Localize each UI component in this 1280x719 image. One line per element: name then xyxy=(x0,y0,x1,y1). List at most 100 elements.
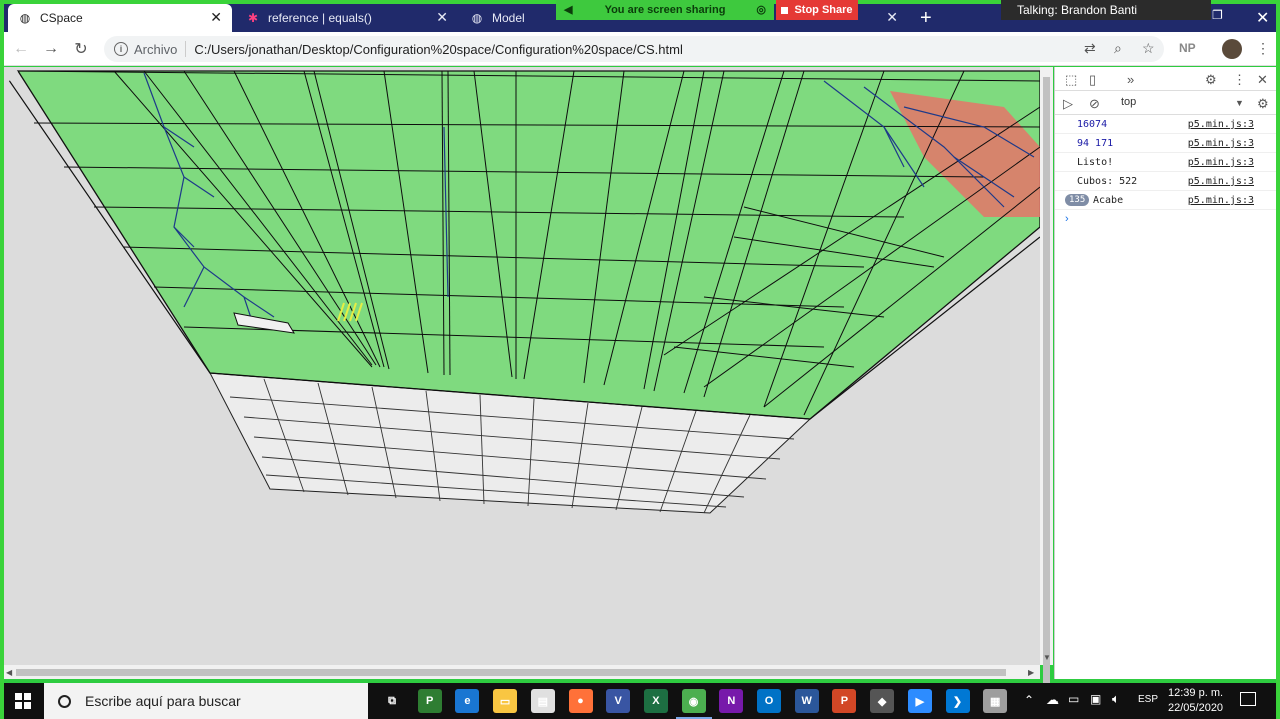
close-icon[interactable]: ✕ xyxy=(436,10,448,24)
scroll-down-icon[interactable]: ▼ xyxy=(1043,653,1051,662)
scrollbar-thumb[interactable] xyxy=(1043,77,1050,687)
chrome-icon[interactable]: ◉ xyxy=(675,689,712,719)
word-icon[interactable]: W xyxy=(794,689,819,713)
new-tab-button[interactable]: + xyxy=(920,8,932,28)
clear-console-icon[interactable]: ⊘ xyxy=(1089,96,1100,112)
more-tabs-icon[interactable]: » xyxy=(1127,72,1134,87)
menu-icon[interactable]: ⋮ xyxy=(1256,40,1270,57)
scroll-left-icon[interactable]: ◀ xyxy=(6,668,12,677)
battery-icon[interactable]: ▭ xyxy=(1068,692,1079,706)
console-row: Listo! p5.min.js:3 xyxy=(1055,153,1276,172)
arrow-icon: ◀ xyxy=(564,4,573,16)
address-bar[interactable]: i Archivo C:/Users/jonathan/Desktop/Conf… xyxy=(104,36,1164,62)
tab-cspace[interactable]: ◍ CSpace ✕ xyxy=(8,4,232,32)
stop-share-button[interactable]: Stop Share xyxy=(776,0,858,20)
console-settings-icon[interactable]: ⚙ xyxy=(1257,96,1269,112)
settings-gear-icon[interactable]: ⚙ xyxy=(1205,72,1217,88)
inkscape-icon[interactable]: ◆ xyxy=(870,689,895,713)
console-row: 16074 p5.min.js:3 xyxy=(1055,115,1276,134)
profile-extension[interactable]: NP xyxy=(1179,41,1196,55)
tab-label: CSpace xyxy=(40,11,83,25)
onenote-icon[interactable]: N xyxy=(719,689,744,713)
console-message: Acabe xyxy=(1093,195,1124,206)
console-source-link[interactable]: p5.min.js:3 xyxy=(1188,119,1254,130)
close-icon[interactable]: ✕ xyxy=(886,10,898,24)
scroll-right-icon[interactable]: ▶ xyxy=(1028,668,1034,677)
network-icon[interactable]: ▣ xyxy=(1090,692,1101,706)
sidebar-toggle-icon[interactable]: ▷ xyxy=(1063,96,1073,112)
canvas-viewport[interactable] xyxy=(4,67,1040,667)
close-icon[interactable]: ✕ xyxy=(210,10,222,24)
volume-icon[interactable]: 🔈︎ xyxy=(1112,691,1120,707)
p5-canvas[interactable] xyxy=(4,67,1040,667)
horizontal-scrollbar[interactable]: ◀ ▶ xyxy=(4,665,1040,679)
console-message: 94 171 xyxy=(1077,138,1114,149)
visio-icon[interactable]: V xyxy=(606,689,631,713)
console-prompt[interactable]: › xyxy=(1065,213,1069,225)
console-log: 16074 p5.min.js:3 94 171 p5.min.js:3 Listo! p… xyxy=(1055,115,1276,210)
console-source-link[interactable]: p5.min.js:3 xyxy=(1188,157,1254,168)
windows-start-icon[interactable] xyxy=(4,683,42,719)
window-close-icon[interactable]: ✕ xyxy=(1256,8,1269,28)
info-icon[interactable]: i xyxy=(114,42,128,56)
stop-share-label: Stop Share xyxy=(794,4,853,16)
store-icon[interactable]: ▤ xyxy=(530,689,555,713)
close-devtools-icon[interactable]: ✕ xyxy=(1257,72,1268,88)
powerpoint-icon[interactable]: P xyxy=(832,689,857,713)
zoom-icon[interactable]: ▶ xyxy=(907,689,932,713)
address-scheme: Archivo xyxy=(134,41,178,57)
inspect-icon[interactable]: ⬚ xyxy=(1065,72,1077,88)
notification-icon[interactable] xyxy=(1240,692,1256,706)
forward-icon[interactable]: → xyxy=(40,38,62,60)
chevron-down-icon[interactable]: ▼ xyxy=(1235,98,1244,108)
tab-label: Model xyxy=(492,11,525,25)
restore-icon[interactable]: ❐ xyxy=(1212,8,1223,22)
back-icon[interactable]: ← xyxy=(10,38,32,60)
bookmark-star-icon[interactable]: ☆ xyxy=(1142,40,1155,57)
address-divider xyxy=(185,41,187,57)
vscode-icon[interactable]: ❯ xyxy=(945,689,970,713)
console-row: 94 171 p5.min.js:3 xyxy=(1055,134,1276,153)
taskbar-clock[interactable]: 12:39 p. m. 22/05/2020 xyxy=(1168,686,1223,716)
address-url: C:/Users/jonathan/Desktop/Configuration%… xyxy=(194,41,683,57)
cloud-icon[interactable]: ☁ xyxy=(1046,692,1059,708)
file-explorer-icon[interactable]: ▭ xyxy=(493,689,518,713)
devtools-toolbar: ⬚ ▯ » ⚙ ⋮ ✕ xyxy=(1055,67,1276,91)
browser-toolbar: ← → ↻ i Archivo C:/Users/jonathan/Deskto… xyxy=(4,32,1276,66)
windows-taskbar: Escribe aquí para buscar ⧉ Pe ▭ ▤ ● V X ◉ N O W P ◆ ▶… xyxy=(4,683,1276,719)
language-indicator[interactable]: ESP xyxy=(1138,694,1158,705)
console-source-link[interactable]: p5.min.js:3 xyxy=(1188,138,1254,149)
kebab-menu-icon[interactable]: ⋮ xyxy=(1233,72,1246,88)
star-icon: ✱ xyxy=(247,11,259,25)
clock-time: 12:39 p. m. xyxy=(1168,687,1224,699)
console-row: Cubos: 522 p5.min.js:3 xyxy=(1055,172,1276,191)
console-row: 135 Acabe p5.min.js:3 xyxy=(1055,191,1276,210)
reload-icon[interactable]: ↻ xyxy=(70,38,92,60)
app-icon[interactable]: ▦ xyxy=(983,689,1008,713)
outlook-icon[interactable]: O xyxy=(757,689,781,713)
chevron-up-icon[interactable]: ⌃ xyxy=(1024,693,1034,707)
console-source-link[interactable]: p5.min.js:3 xyxy=(1188,176,1254,187)
task-view-icon[interactable]: ⧉ xyxy=(380,689,404,713)
shield-icon: ◎ xyxy=(756,4,766,16)
excel-icon[interactable]: X xyxy=(643,689,668,713)
edge-icon[interactable]: e xyxy=(455,689,480,713)
firefox-icon[interactable]: ● xyxy=(568,689,593,713)
screen-sharing-banner[interactable]: ◀ You are screen sharing ◎ xyxy=(556,0,774,20)
context-selector[interactable]: top xyxy=(1121,96,1136,108)
talking-indicator: Talking: Brandon Banti xyxy=(1001,0,1211,20)
scrollbar-thumb[interactable] xyxy=(16,669,1006,676)
avatar[interactable] xyxy=(1222,39,1242,59)
zoom-icon[interactable]: ⌕ xyxy=(1114,40,1122,57)
device-toggle-icon[interactable]: ▯ xyxy=(1089,72,1096,88)
repeat-count-badge: 135 xyxy=(1065,194,1090,206)
screen-sharing-label: You are screen sharing xyxy=(604,4,726,16)
search-icon xyxy=(58,694,71,708)
translate-icon[interactable]: ⇄ xyxy=(1084,40,1096,57)
vertical-scrollbar[interactable]: ▼ xyxy=(1040,67,1053,687)
tab-reference[interactable]: ✱ reference | equals() ✕ xyxy=(236,4,458,32)
console-source-link[interactable]: p5.min.js:3 xyxy=(1188,195,1254,206)
taskbar-search[interactable]: Escribe aquí para buscar xyxy=(44,683,368,719)
console-message: Listo! xyxy=(1077,157,1114,168)
project-icon[interactable]: P xyxy=(417,689,442,713)
